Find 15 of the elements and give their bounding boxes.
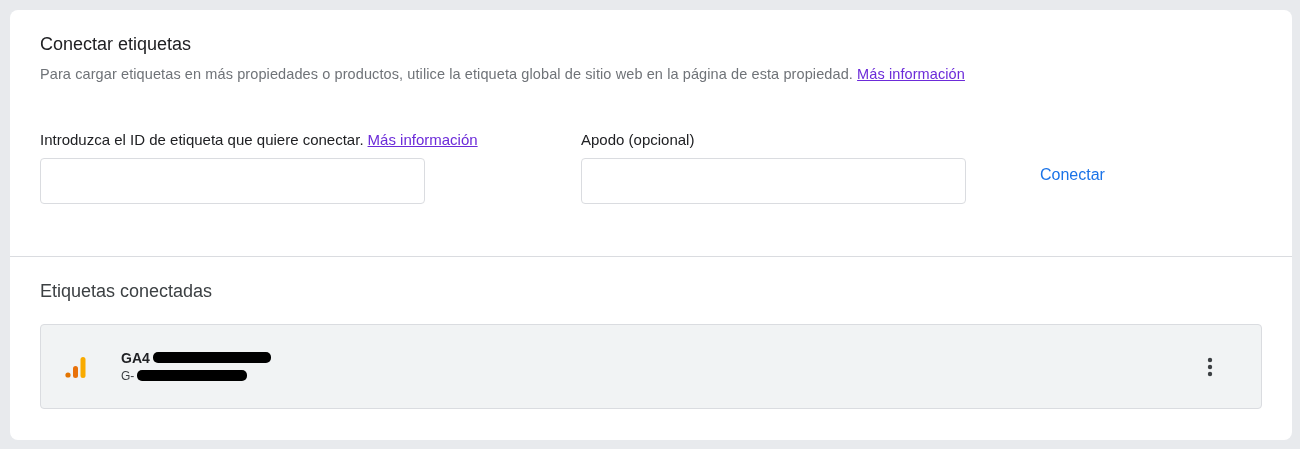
field-label: Apodo (opcional) (581, 130, 696, 150)
connect-button[interactable]: Conectar (1032, 160, 1113, 190)
input-field[interactable] (40, 158, 425, 204)
input-field[interactable] (581, 158, 966, 204)
field-label: Introduzca el ID de etiqueta que quiere conectar. Más información (40, 130, 479, 150)
bar-chart-icon (65, 354, 87, 379)
more-info-link[interactable]: Más información (857, 66, 965, 82)
more-options-icon[interactable] (1207, 356, 1213, 377)
description-text: Para cargar etiquetas en más propiedades o productos, utilice la etiqueta global de sitio web en la página de esta propiedad. Más información (40, 65, 966, 84)
tag-name: GA4 (121, 349, 150, 366)
more-info-link[interactable]: Más información (367, 131, 478, 148)
tag-row[interactable]: GA4 G- (40, 324, 1262, 409)
section-title: Conectar etiquetas (40, 33, 193, 56)
section-title: Etiquetas conectadas (40, 280, 214, 303)
tag-id: G- (121, 368, 135, 383)
